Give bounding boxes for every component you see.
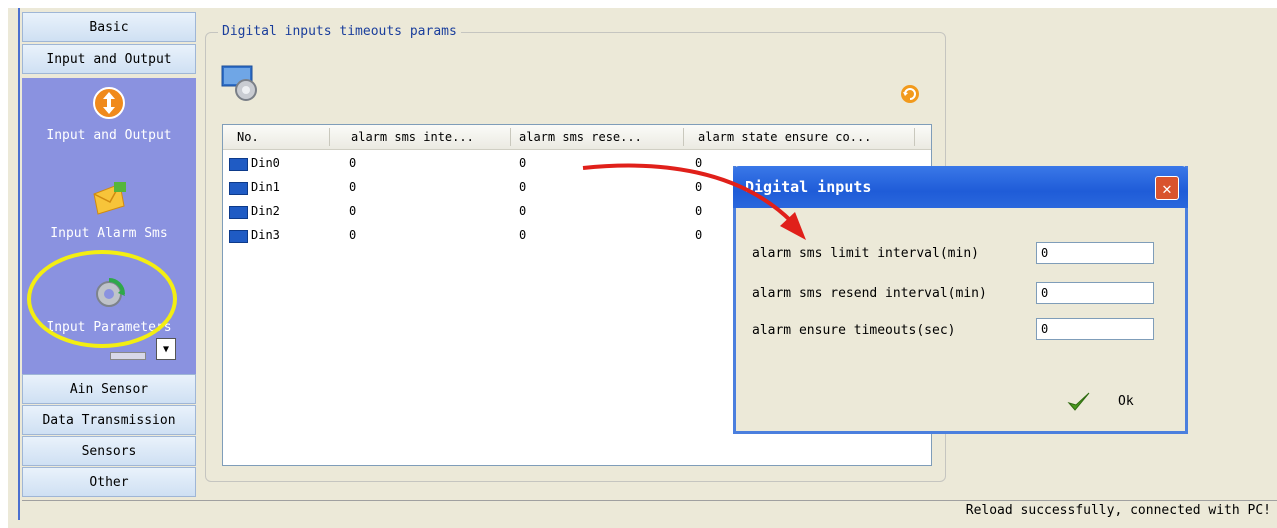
row-arrow-icon [229,230,248,243]
cell-sms-resend: 0 [519,228,527,242]
field-label-sms-resend: alarm sms resend interval(min) [752,286,987,301]
cell-ensure: 0 [695,204,703,218]
cell-sms-interval: 0 [349,204,357,218]
cell-sms-interval: 0 [349,228,357,242]
column-header-no[interactable]: No. [237,130,259,144]
cell-sms-interval: 0 [349,180,357,194]
cell-sms-interval: 0 [349,156,357,170]
sidebar-header-data-transmission[interactable]: Data Transmission [22,405,196,435]
sms-limit-interval-input[interactable] [1036,242,1154,264]
settings-tool-icon[interactable] [220,64,264,104]
left-frame-border [8,8,20,520]
sidebar-dropdown-button[interactable]: ▼ [156,338,176,360]
table-header: No. alarm sms inte... alarm sms rese... … [223,125,931,150]
sidebar-item-input-alarm-sms[interactable]: Input Alarm Sms [22,180,196,241]
row-arrow-icon [229,182,248,195]
group-title: Digital inputs timeouts params [218,24,461,39]
cell-ensure: 0 [695,228,703,242]
ok-button[interactable]: Ok [1118,394,1134,409]
ensure-timeouts-input[interactable] [1036,318,1154,340]
sidebar-header-other[interactable]: Other [22,467,196,497]
sms-resend-interval-input[interactable] [1036,282,1154,304]
cell-sms-resend: 0 [519,156,527,170]
cell-no: Din1 [251,180,280,194]
sidebar-item-label: Input Alarm Sms [50,226,168,241]
sidebar-header-sensors[interactable]: Sensors [22,436,196,466]
dialog-title: Digital inputs [745,178,872,196]
cell-no: Din2 [251,204,280,218]
cell-sms-resend: 0 [519,180,527,194]
sidebar-scroll-thumb[interactable] [110,352,146,360]
status-bar: Reload successfully, connected with PC! [22,500,1277,521]
envelope-icon [93,182,126,215]
close-icon[interactable]: ✕ [1155,176,1179,200]
sidebar-header-input-output[interactable]: Input and Output [22,44,196,74]
refresh-icon[interactable] [900,84,920,104]
orange-arrows-icon [93,87,125,119]
column-header-ensure[interactable]: alarm state ensure co... [698,130,871,144]
cell-ensure: 0 [695,156,703,170]
cell-no: Din3 [251,228,280,242]
checkmark-icon[interactable] [1067,390,1091,414]
field-label-ensure-timeouts: alarm ensure timeouts(sec) [752,323,956,338]
column-header-sms-interval[interactable]: alarm sms inte... [351,130,474,144]
column-header-sms-resend[interactable]: alarm sms rese... [519,130,642,144]
cell-sms-resend: 0 [519,204,527,218]
status-text: Reload successfully, connected with PC! [965,503,1271,518]
sidebar-header-ain-sensor[interactable]: Ain Sensor [22,374,196,404]
field-label-sms-limit: alarm sms limit interval(min) [752,246,979,261]
row-arrow-icon [229,206,248,219]
cell-ensure: 0 [695,180,703,194]
sidebar-item-label: Input and Output [46,128,172,143]
cell-no: Din0 [251,156,280,170]
sidebar-item-input-and-output[interactable]: Input and Output [22,86,196,143]
highlight-ellipse [27,250,177,348]
row-arrow-icon [229,158,248,171]
sidebar-header-basic[interactable]: Basic [22,12,196,42]
